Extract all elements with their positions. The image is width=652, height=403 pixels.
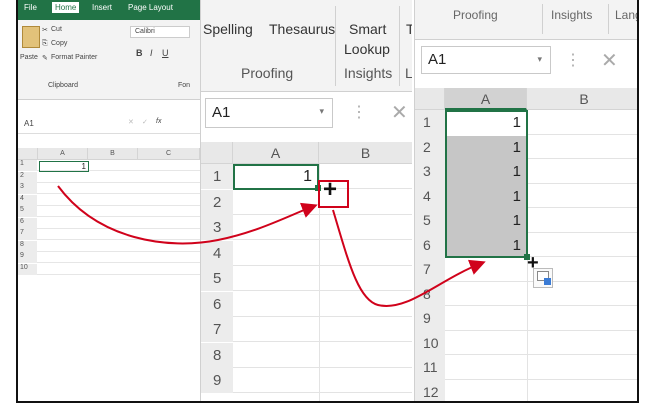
annotation-arrows [57,185,486,307]
left-margin [0,0,16,403]
arrow-a1-to-handle [57,185,318,245]
arrow-handle-to-filled [332,209,486,307]
tutorial-frame: File Home Insert Page Layout Paste ✂ Cut… [16,0,639,403]
